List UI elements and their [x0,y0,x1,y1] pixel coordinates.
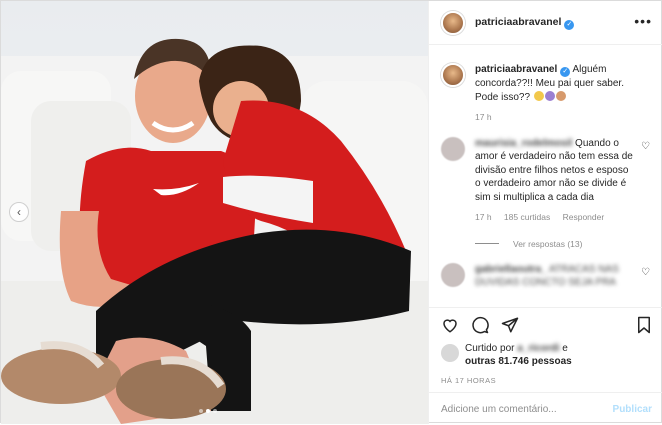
face-emoji-icon [544,90,555,101]
verified-badge-icon: ✓ [560,67,571,77]
comment-input[interactable] [441,403,601,415]
post-header: patriciaabravanel ✓ ••• [429,1,662,45]
add-comment-bar: Publicar [429,392,662,425]
author-username[interactable]: patriciaabravanel ✓ [475,16,575,30]
carousel-prev-button[interactable]: ‹ [9,202,29,222]
action-icons [441,316,519,334]
liked-user[interactable]: a_ricordi [517,343,559,354]
caption-username[interactable]: patriciaabravanel [475,64,557,75]
comment-row: maurisia_rodelmosil Quando o amor é verd… [441,136,652,225]
comments-list: patriciaabravanel ✓ Alguém concorda??!! M… [429,55,662,307]
comment-username[interactable]: gabriellaoutra_ [475,264,547,275]
comment-body: maurisia_rodelmosil Quando o amor é verd… [475,137,633,225]
like-heart-icon[interactable] [441,316,459,334]
carousel-dot-active [206,409,210,413]
liked-others[interactable]: outras 81.746 pessoas [465,356,572,367]
post-side-panel: patriciaabravanel ✓ ••• patriciaabravanel… [428,1,662,424]
carousel-dot [199,409,203,413]
reply-button[interactable]: Responder [563,212,605,222]
woman-shrug-emoji-icon [555,90,566,101]
comment-row: gabriellaoutra_ ATRACAS NAS DUVIDAS CONC… [441,262,652,290]
comment-username[interactable]: maurisia_rodelmosil [475,138,572,149]
caption-avatar[interactable] [441,63,465,87]
chevron-left-icon: ‹ [17,205,21,219]
post-actions: Curtido por a_ricordi e outras 81.746 pe… [429,307,662,424]
carousel-dot [213,409,217,413]
liker-avatar[interactable] [441,344,459,362]
author-avatar[interactable] [441,10,465,35]
caption-body: patriciaabravanel ✓ Alguém concorda??!! M… [475,63,633,125]
liked-by: Curtido por a_ricordi e outras 81.746 pe… [441,342,572,368]
comment-like-heart-icon[interactable]: ♡ [641,267,650,278]
post-modal: ‹ patriciaabravanel ✓ ••• patriciaabravan… [0,0,662,424]
share-send-icon[interactable] [501,316,519,334]
grin-emoji-icon [533,90,544,101]
commenter-avatar[interactable] [441,262,465,287]
comment-like-heart-icon[interactable]: ♡ [641,141,650,152]
comment-likes[interactable]: 185 curtidas [504,212,550,222]
caption-row: patriciaabravanel ✓ Alguém concorda??!! M… [441,63,652,125]
more-options-icon[interactable]: ••• [634,13,652,29]
comment-bubble-icon[interactable] [471,316,489,334]
post-timestamp[interactable]: HÁ 17 HORAS [441,376,496,385]
publish-button[interactable]: Publicar [613,404,652,415]
photo-illustration [1,38,428,424]
view-replies-button[interactable]: Ver respostas (13) [475,239,652,249]
save-bookmark-button[interactable] [636,316,652,334]
commenter-avatar[interactable] [441,136,465,161]
replies-divider [475,243,499,244]
bookmark-icon [638,316,650,334]
verified-badge-icon: ✓ [564,19,575,30]
caption-meta: 17 h [475,112,492,122]
comment-meta: 17 h 185 curtidas Responder [475,212,605,222]
carousel-indicator [199,409,217,413]
post-photo: ‹ [1,1,428,424]
comment-body: gabriellaoutra_ ATRACAS NAS DUVIDAS CONC… [475,263,633,290]
